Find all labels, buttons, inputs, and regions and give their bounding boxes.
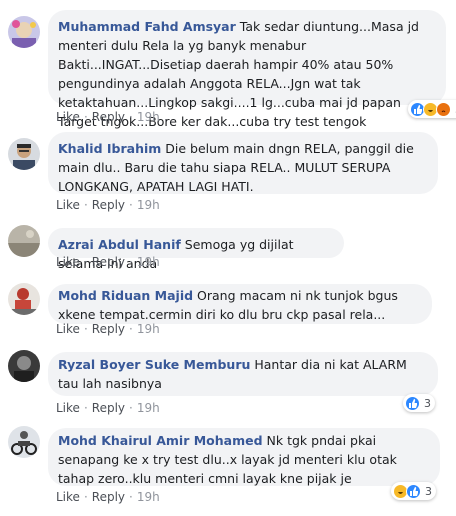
- comment-actions: Like · Reply · 19h: [56, 110, 160, 124]
- comment-author[interactable]: Mohd Riduan Majid: [58, 288, 193, 303]
- reply-button[interactable]: Reply: [92, 198, 125, 212]
- reaction-summary[interactable]: 5: [408, 100, 456, 118]
- avatar[interactable]: [8, 225, 40, 257]
- comment-bubble: Mohd Riduan Majid Orang macam ni nk tunj…: [48, 284, 432, 324]
- avatar-decorated-icon: [8, 16, 40, 48]
- like-button[interactable]: Like: [56, 110, 80, 124]
- reply-button[interactable]: Reply: [92, 322, 125, 336]
- like-button[interactable]: Like: [56, 322, 80, 336]
- comment-author[interactable]: Khalid Ibrahim: [58, 141, 161, 156]
- avatar[interactable]: [8, 426, 40, 458]
- comment-author[interactable]: Mohd Khairul Amir Mohamed: [58, 433, 263, 448]
- comment-actions: Like · Reply · 19h: [56, 322, 160, 336]
- like-reaction-icon: [406, 483, 421, 499]
- reaction-count: 3: [424, 396, 431, 410]
- angry-reaction-icon: [436, 101, 451, 117]
- like-reaction-icon: [405, 395, 420, 411]
- avatar[interactable]: [8, 138, 40, 170]
- comment-time[interactable]: 19h: [137, 198, 160, 212]
- comment-time[interactable]: 19h: [137, 490, 160, 504]
- comment-author[interactable]: Ryzal Boyer Suke Memburu: [58, 357, 250, 372]
- comment-time[interactable]: 19h: [137, 110, 160, 124]
- reply-button[interactable]: Reply: [92, 255, 125, 269]
- avatar-red-figure-icon: [8, 283, 40, 315]
- comment-actions: Like · Reply · 19h: [56, 255, 160, 269]
- reply-button[interactable]: Reply: [92, 401, 125, 415]
- avatar[interactable]: [8, 283, 40, 315]
- comment-bubble: Azrai Abdul Hanif Semoga yg dijilat sela…: [48, 228, 344, 271]
- reaction-count: 3: [425, 484, 432, 498]
- comment-actions: Like · Reply · 19h: [56, 490, 160, 504]
- comment-bubble: Muhammad Fahd Amsyar Tak sedar diuntung.…: [48, 10, 446, 129]
- like-button[interactable]: Like: [56, 255, 80, 269]
- comment-bubble: Mohd Khairul Amir Mohamed Nk tgk pndai p…: [48, 428, 440, 486]
- comment-author[interactable]: Azrai Abdul Hanif: [58, 237, 181, 252]
- reply-button[interactable]: Reply: [92, 110, 125, 124]
- reaction-summary[interactable]: 3: [391, 482, 436, 500]
- comment-author[interactable]: Muhammad Fahd Amsyar: [58, 19, 236, 34]
- comment-actions: Like · Reply · 19h: [56, 401, 160, 415]
- avatar-man-icon: [8, 138, 40, 170]
- like-button[interactable]: Like: [56, 401, 80, 415]
- like-button[interactable]: Like: [56, 198, 80, 212]
- like-button[interactable]: Like: [56, 490, 80, 504]
- avatar[interactable]: [8, 16, 40, 48]
- comment-actions: Like · Reply · 19h: [56, 198, 160, 212]
- avatar-dark-portrait-icon: [8, 350, 40, 382]
- comment-time[interactable]: 19h: [137, 401, 160, 415]
- avatar-motorbike-icon: [8, 426, 40, 458]
- comment-bubble: Khalid Ibrahim Die belum main dngn RELA,…: [48, 132, 438, 194]
- comment-time[interactable]: 19h: [137, 322, 160, 336]
- comment-time[interactable]: 19h: [137, 255, 160, 269]
- reply-button[interactable]: Reply: [92, 490, 125, 504]
- avatar[interactable]: [8, 350, 40, 382]
- comment-bubble: Ryzal Boyer Suke Memburu Hantar dia ni k…: [48, 352, 438, 396]
- reaction-summary[interactable]: 3: [403, 394, 435, 412]
- avatar-landscape-icon: [8, 225, 40, 257]
